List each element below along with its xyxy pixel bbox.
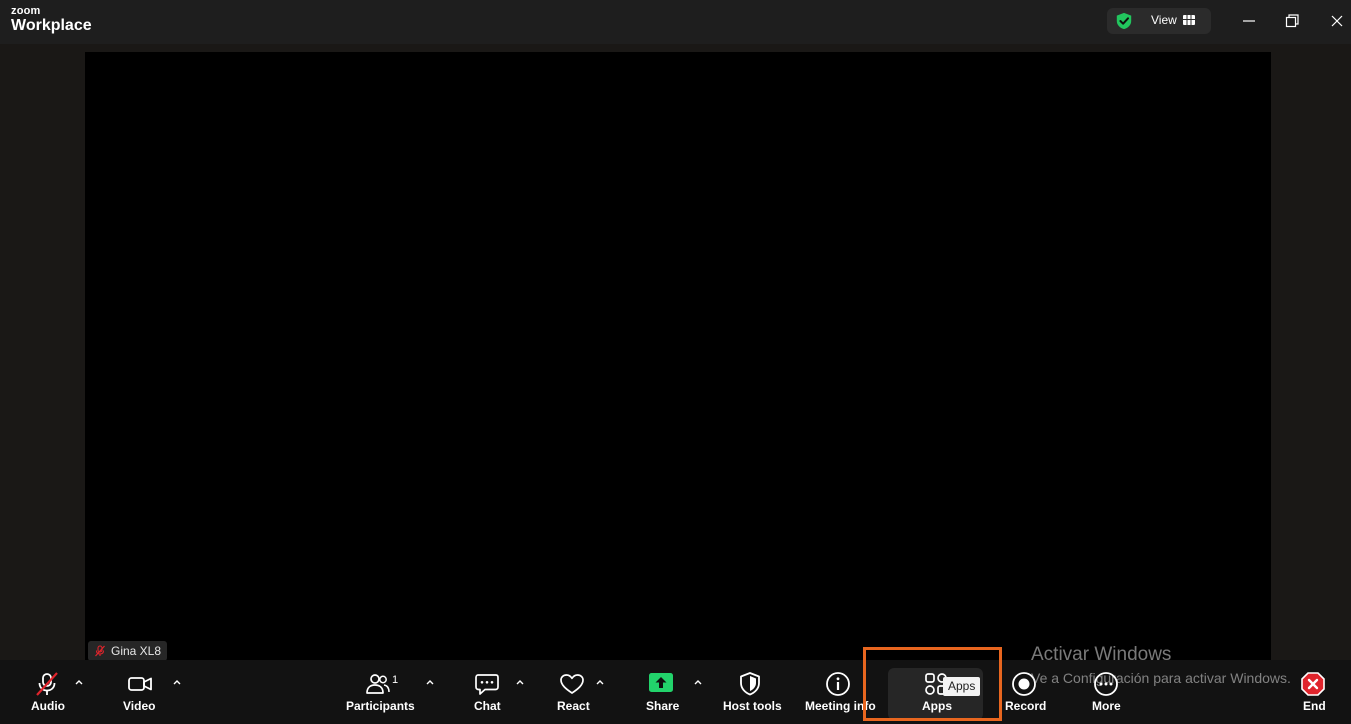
grid-icon — [1183, 15, 1195, 25]
video-label: Video — [123, 699, 156, 713]
participant-name-tag: Gina XL8 — [88, 641, 168, 661]
more-label: More — [1092, 699, 1121, 713]
share-button[interactable]: Share — [644, 660, 680, 724]
more-button[interactable]: More — [1090, 660, 1124, 724]
react-button[interactable]: React — [555, 660, 590, 724]
record-label: Record — [1005, 699, 1047, 713]
video-options-chevron-up-icon[interactable] — [171, 676, 183, 688]
host-tools-button[interactable]: Host tools — [721, 660, 782, 724]
participants-count: 1 — [392, 674, 399, 686]
stage-right-margin — [1271, 44, 1351, 660]
chat-options-chevron-up-icon[interactable] — [514, 676, 526, 688]
shield-check-icon[interactable] — [1115, 12, 1133, 30]
end-button[interactable]: End — [1299, 660, 1327, 724]
participants-icon — [366, 674, 390, 694]
logo-workplace-text: Workplace — [11, 17, 92, 34]
zoom-workplace-logo: zoom Workplace — [11, 6, 92, 34]
chat-bubble-icon — [475, 674, 499, 695]
minimize-icon[interactable] — [1234, 6, 1264, 36]
chat-button[interactable]: Chat — [470, 660, 504, 724]
activation-title: Activar Windows — [1031, 644, 1172, 665]
react-label: React — [557, 699, 590, 713]
activation-subtitle: Ve a Configuración para activar Windows. — [1031, 670, 1291, 686]
chat-label: Chat — [474, 699, 501, 713]
end-meeting-icon — [1301, 672, 1325, 696]
share-options-chevron-up-icon[interactable] — [692, 676, 704, 688]
share-label: Share — [646, 699, 680, 713]
stage-left-margin — [0, 44, 85, 660]
react-options-chevron-up-icon[interactable] — [594, 676, 606, 688]
participants-label: Participants — [346, 699, 415, 713]
audio-button[interactable]: Audio — [27, 660, 67, 724]
participants-button[interactable]: 1 Participants — [344, 660, 415, 724]
host-tools-label: Host tools — [723, 699, 782, 713]
restore-icon[interactable] — [1277, 6, 1307, 36]
video-stage — [85, 52, 1271, 660]
mic-off-icon — [95, 645, 105, 657]
more-dots-icon — [1094, 672, 1118, 696]
view-button[interactable]: View — [1107, 8, 1211, 34]
share-screen-icon — [649, 673, 673, 692]
video-camera-icon — [128, 677, 152, 691]
audio-options-chevron-up-icon[interactable] — [73, 676, 85, 688]
title-bar: zoom Workplace View — [0, 0, 1351, 44]
apps-highlight-annotation — [863, 647, 1002, 721]
windows-activation-watermark: Activar Windows Ve a Configuración para … — [1031, 644, 1291, 686]
audio-label: Audio — [31, 699, 65, 713]
close-icon[interactable] — [1322, 6, 1351, 36]
info-icon — [826, 672, 850, 696]
host-shield-icon — [740, 672, 760, 696]
participant-name: Gina XL8 — [111, 644, 162, 658]
view-label: View — [1151, 13, 1177, 27]
end-label: End — [1303, 699, 1326, 713]
video-button[interactable]: Video — [121, 660, 161, 724]
participants-options-chevron-up-icon[interactable] — [424, 676, 436, 688]
heart-icon — [560, 674, 584, 694]
mic-muted-icon — [36, 672, 58, 696]
logo-zoom-text: zoom — [11, 5, 41, 17]
